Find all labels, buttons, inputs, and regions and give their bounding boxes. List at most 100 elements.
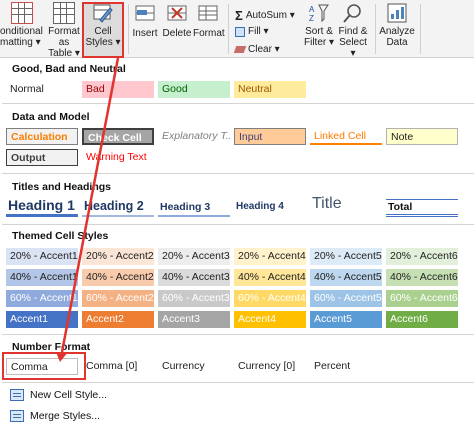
style-explanatory-text[interactable]: Explanatory T... [158, 128, 230, 145]
style-20-accent5[interactable]: 20% - Accent5 [310, 248, 382, 265]
divider [2, 173, 474, 174]
insert-button[interactable]: Insert [131, 2, 159, 39]
conditional-formatting-label-2: matting ▾ [0, 37, 41, 48]
divider [2, 382, 474, 383]
style-60-accent5[interactable]: 60% - Accent5 [310, 290, 382, 307]
analyze-data-button[interactable]: Analyze Data [378, 2, 416, 48]
style-linked-cell[interactable]: Linked Cell [310, 128, 382, 145]
ribbon-divider [375, 4, 376, 54]
sigma-icon: Σ [235, 8, 243, 23]
style-note[interactable]: Note [386, 128, 458, 145]
style-percent[interactable]: Percent [310, 358, 382, 375]
section-heading-themed: Themed Cell Styles [12, 230, 109, 242]
style-output[interactable]: Output [6, 149, 78, 166]
conditional-formatting-icon [11, 2, 33, 24]
ribbon-divider [228, 4, 229, 54]
sort-filter-label-2: Filter ▾ [303, 37, 335, 48]
analyze-data-label-1: Analyze [379, 26, 415, 37]
analyze-data-icon [386, 2, 408, 24]
style-calculation[interactable]: Calculation [6, 128, 78, 145]
style-accent2[interactable]: Accent2 [82, 311, 154, 328]
style-check-cell[interactable]: Check Cell [82, 128, 154, 145]
style-60-accent4[interactable]: 60% - Accent4 [234, 290, 306, 307]
style-40-accent3[interactable]: 40% - Accent3 [158, 269, 230, 286]
style-20-accent2[interactable]: 20% - Accent2 [82, 248, 154, 265]
section-heading-data-model: Data and Model [12, 111, 90, 123]
new-cell-style-icon [10, 389, 24, 401]
style-20-accent1[interactable]: 20% - Accent1 [6, 248, 78, 265]
new-cell-style-label: New Cell Style... [30, 389, 108, 401]
autosum-label: AutoSum ▾ [245, 10, 295, 21]
style-20-accent3[interactable]: 20% - Accent3 [158, 248, 230, 265]
style-heading-3[interactable]: Heading 3 [158, 201, 230, 217]
insert-cells-icon [134, 2, 156, 24]
format-as-table-icon [53, 2, 75, 24]
style-comma[interactable]: Comma [6, 358, 78, 375]
find-select-button[interactable]: Find & Select ▾ [336, 2, 370, 59]
style-bad[interactable]: Bad [82, 81, 154, 98]
style-20-accent6[interactable]: 20% - Accent6 [386, 248, 458, 265]
cell-styles-label-group: Cell Styles ▾ [82, 2, 124, 48]
format-button[interactable]: Format [193, 2, 225, 39]
cell-styles-icon [92, 2, 114, 24]
style-warning-text[interactable]: Warning Text [82, 149, 154, 166]
style-normal[interactable]: Normal [6, 81, 78, 98]
style-accent5[interactable]: Accent5 [310, 311, 382, 328]
format-label: Format [193, 28, 225, 39]
style-heading-2[interactable]: Heading 2 [82, 199, 154, 217]
new-cell-style-menu-item[interactable]: New Cell Style... [10, 389, 107, 401]
format-cells-icon [197, 2, 219, 24]
style-20-accent4[interactable]: 20% - Accent4 [234, 248, 306, 265]
style-accent1[interactable]: Accent1 [6, 311, 78, 328]
style-60-accent1[interactable]: 60% - Accent1 [6, 290, 78, 307]
clear-button[interactable]: Clear ▾ [233, 44, 280, 55]
section-heading-good-bad-neutral: Good, Bad and Neutral [12, 63, 126, 75]
style-good[interactable]: Good [158, 81, 230, 98]
style-60-accent2[interactable]: 60% - Accent2 [82, 290, 154, 307]
style-input[interactable]: Input [234, 128, 306, 145]
style-title[interactable]: Title [310, 195, 382, 217]
section-heading-number-format: Number Format [12, 341, 91, 353]
ribbon-divider [128, 4, 129, 54]
style-heading-4[interactable]: Heading 4 [234, 201, 306, 217]
sort-filter-button[interactable]: AZ Sort & Filter ▾ [302, 2, 336, 48]
style-heading-1[interactable]: Heading 1 [6, 197, 78, 217]
conditional-formatting-button[interactable]: onditional matting ▾ [0, 2, 44, 48]
style-accent3[interactable]: Accent3 [158, 311, 230, 328]
style-40-accent5[interactable]: 40% - Accent5 [310, 269, 382, 286]
merge-styles-icon [10, 410, 24, 422]
style-40-accent1[interactable]: 40% - Accent1 [6, 269, 78, 286]
style-40-accent2[interactable]: 40% - Accent2 [82, 269, 154, 286]
style-currency[interactable]: Currency [158, 358, 230, 375]
fill-down-icon [235, 26, 245, 37]
divider [2, 103, 474, 104]
ribbon-divider [420, 4, 421, 54]
style-currency-0[interactable]: Currency [0] [234, 358, 306, 375]
style-accent4[interactable]: Accent4 [234, 311, 306, 328]
svg-text:A: A [309, 5, 315, 14]
delete-cells-icon [166, 2, 188, 24]
style-60-accent6[interactable]: 60% - Accent6 [386, 290, 458, 307]
eraser-icon [233, 46, 247, 53]
find-select-label-1: Find & [338, 26, 368, 37]
style-40-accent4[interactable]: 40% - Accent4 [234, 269, 306, 286]
section-heading-titles-headings: Titles and Headings [12, 181, 111, 193]
style-neutral[interactable]: Neutral [234, 81, 306, 98]
magnifier-icon [342, 2, 364, 24]
format-as-table-label-1: Format as [48, 26, 80, 48]
fill-button[interactable]: Fill ▾ [235, 26, 269, 37]
style-40-accent6[interactable]: 40% - Accent6 [386, 269, 458, 286]
style-total[interactable]: Total [386, 199, 458, 217]
autosum-button[interactable]: Σ AutoSum ▾ [235, 8, 295, 23]
style-comma-0[interactable]: Comma [0] [82, 358, 154, 375]
format-as-table-button[interactable]: Format as Table ▾ [46, 2, 82, 59]
find-select-label-2: Select ▾ [339, 37, 367, 59]
conditional-formatting-label-1: onditional [0, 26, 43, 37]
merge-styles-menu-item[interactable]: Merge Styles... [10, 410, 100, 422]
style-accent6[interactable]: Accent6 [386, 311, 458, 328]
delete-button[interactable]: Delete [162, 2, 192, 39]
clear-label: Clear ▾ [248, 44, 280, 55]
divider [2, 334, 474, 335]
analyze-data-label-2: Data [386, 37, 408, 48]
style-60-accent3[interactable]: 60% - Accent3 [158, 290, 230, 307]
